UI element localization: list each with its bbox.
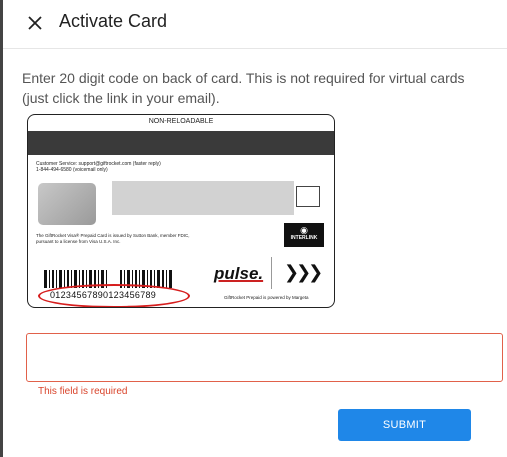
- card-back-illustration: NON-RELOADABLE Customer Service: support…: [27, 114, 335, 308]
- dialog-title: Activate Card: [59, 11, 168, 31]
- window-edge: [0, 0, 3, 457]
- network-chevrons-icon: ❯❯❯: [284, 262, 323, 282]
- dialog-header: Activate Card: [3, 0, 507, 49]
- card-code-input[interactable]: [26, 333, 503, 382]
- card-number-highlight: [38, 284, 190, 307]
- customer-service-text: Customer Service: support@giftrocket.com…: [36, 161, 161, 173]
- signature-panel: [112, 181, 294, 215]
- card-hologram: [38, 183, 96, 225]
- interlink-icon: ◉: [300, 225, 308, 235]
- close-icon: [28, 16, 42, 30]
- field-error-message: This field is required: [38, 386, 128, 397]
- interlink-label: INTERLINK: [290, 235, 318, 241]
- close-button[interactable]: [23, 11, 47, 35]
- cvv-box: [296, 186, 320, 207]
- submit-button[interactable]: SUBMIT: [338, 409, 471, 441]
- legal-text: The GiftRocket Visa® Prepaid Card is iss…: [36, 233, 190, 244]
- interlink-logo: ◉ INTERLINK: [284, 223, 324, 247]
- card-header-label: NON-RELOADABLE: [148, 118, 214, 125]
- powered-by-text: GiftRocket Prepaid is powered by Margeta: [224, 295, 309, 300]
- instructions-text: Enter 20 digit code on back of card. Thi…: [22, 70, 465, 106]
- pulse-logo: pulse.: [214, 264, 264, 283]
- magnetic-stripe: [28, 131, 334, 155]
- logo-divider: [271, 257, 272, 289]
